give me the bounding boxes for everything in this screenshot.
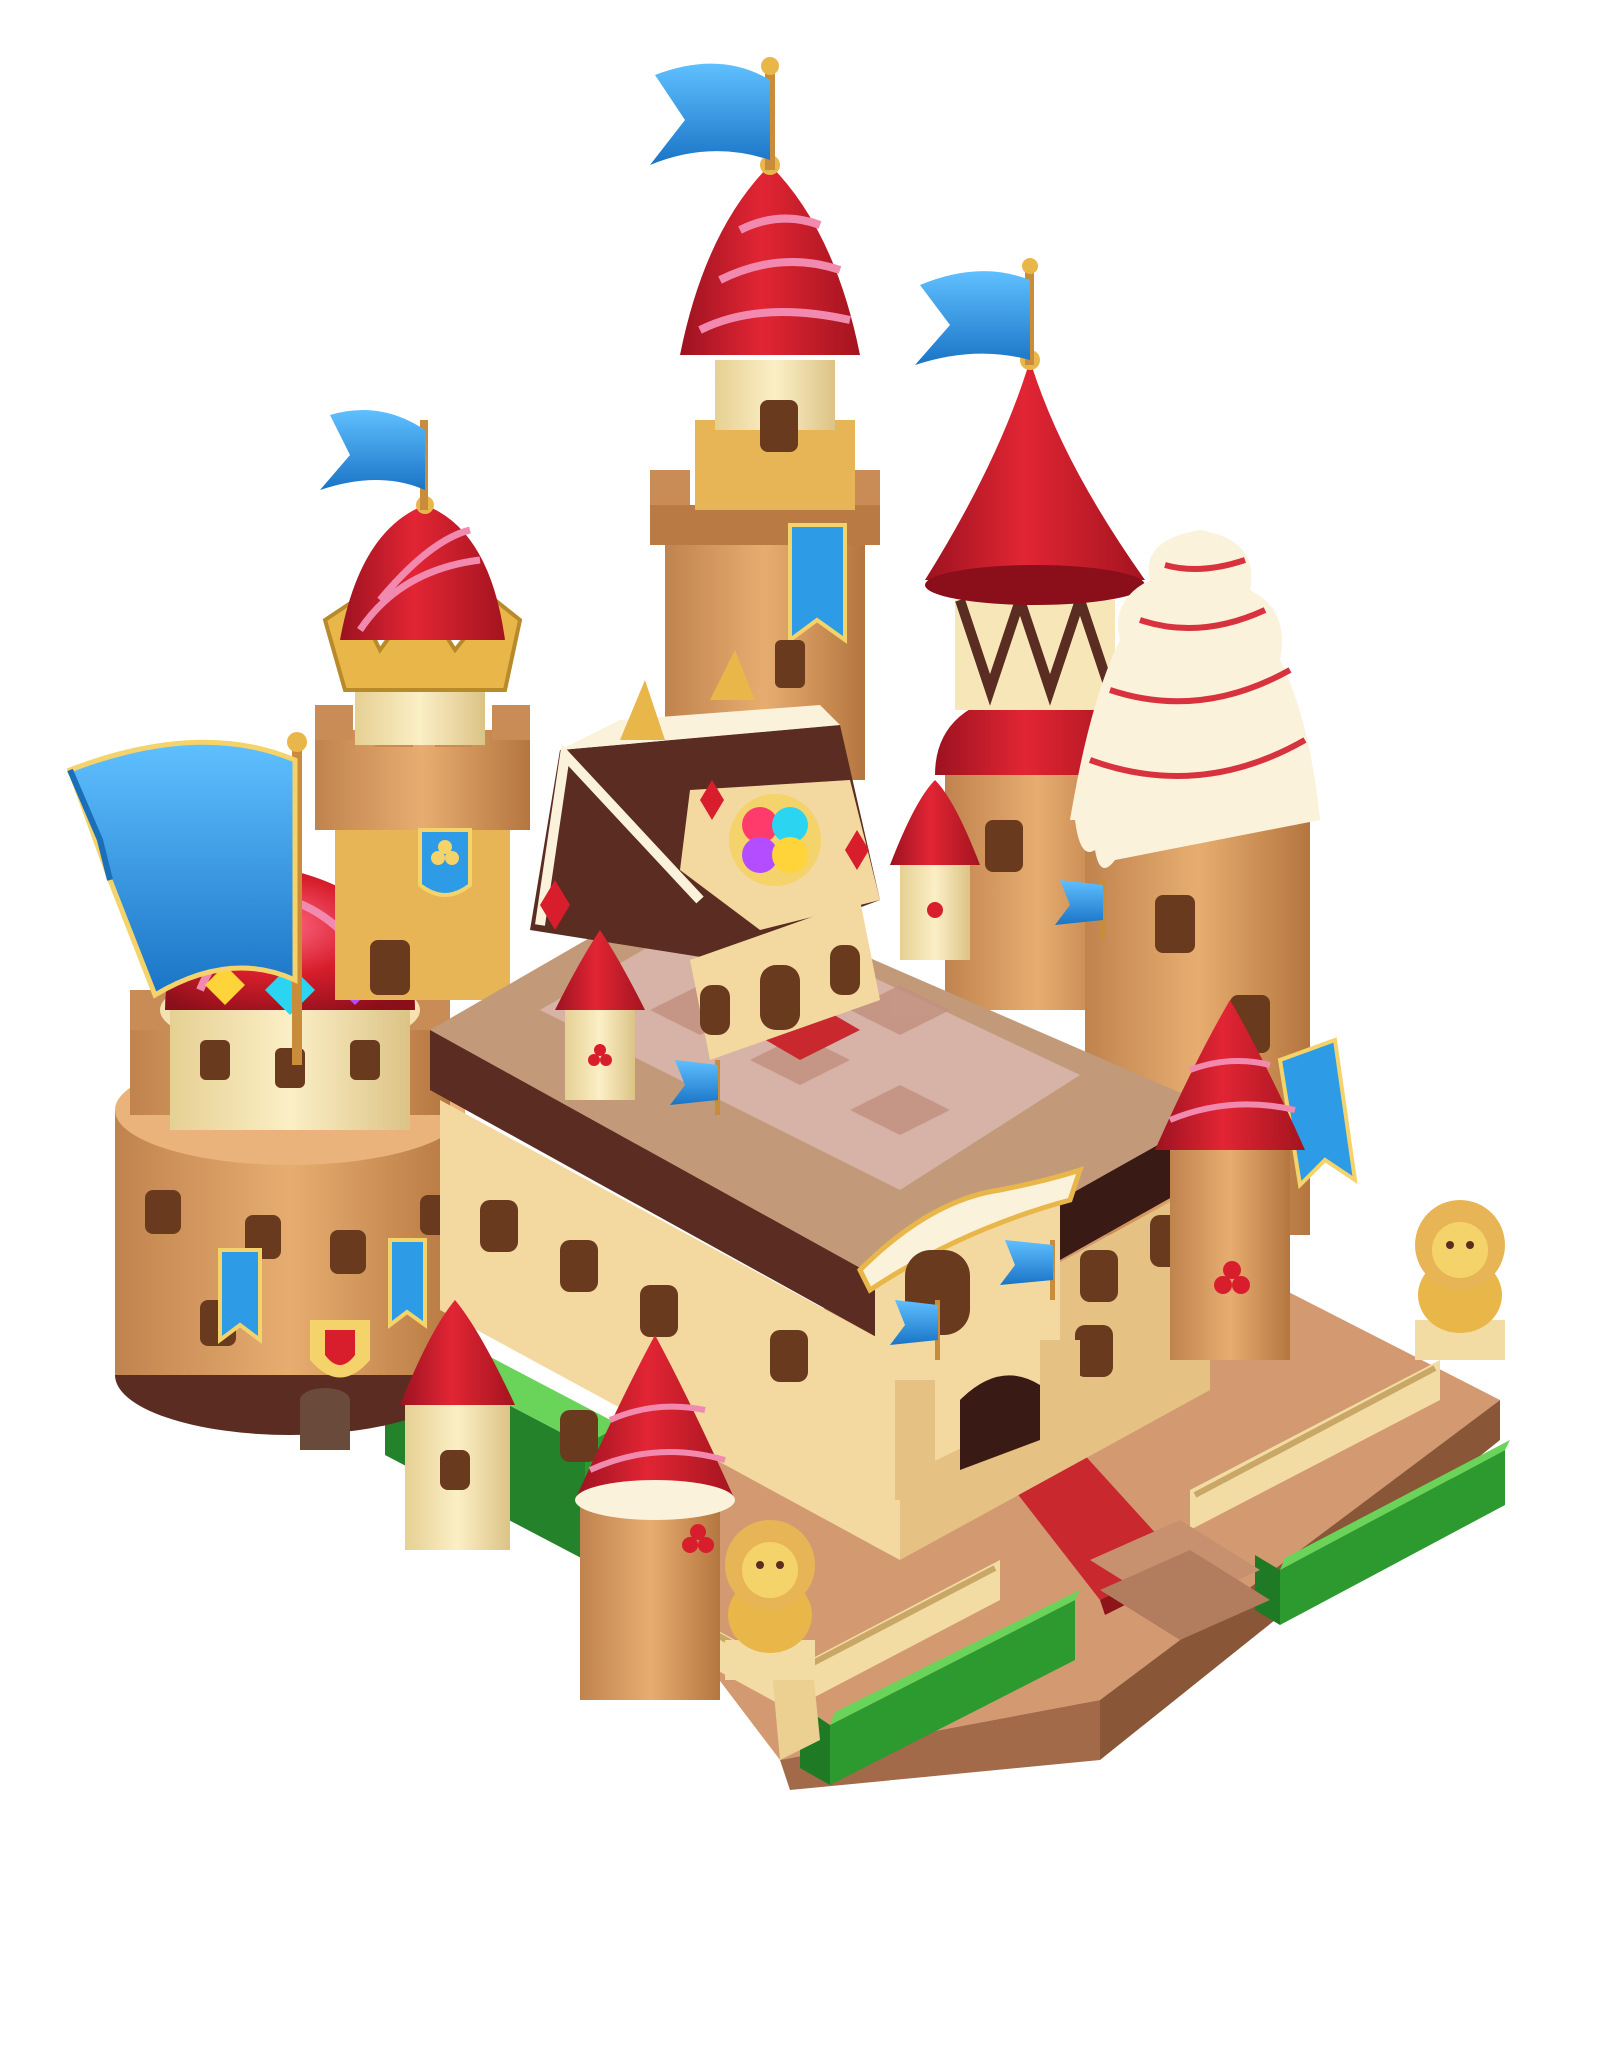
club-shield [418, 828, 472, 897]
castle-scene [66, 57, 1510, 1790]
center-tall-tower [650, 57, 880, 780]
rose-window [729, 794, 821, 886]
lion-statue-icon [1415, 1200, 1505, 1360]
back-left-crown-tower [315, 410, 530, 1000]
heart-crest-icon [310, 1320, 370, 1378]
banner-center [788, 523, 847, 644]
banner-left-1 [218, 1248, 262, 1344]
banner-left-2 [388, 1238, 427, 1330]
lion-statue-icon [725, 1520, 815, 1680]
